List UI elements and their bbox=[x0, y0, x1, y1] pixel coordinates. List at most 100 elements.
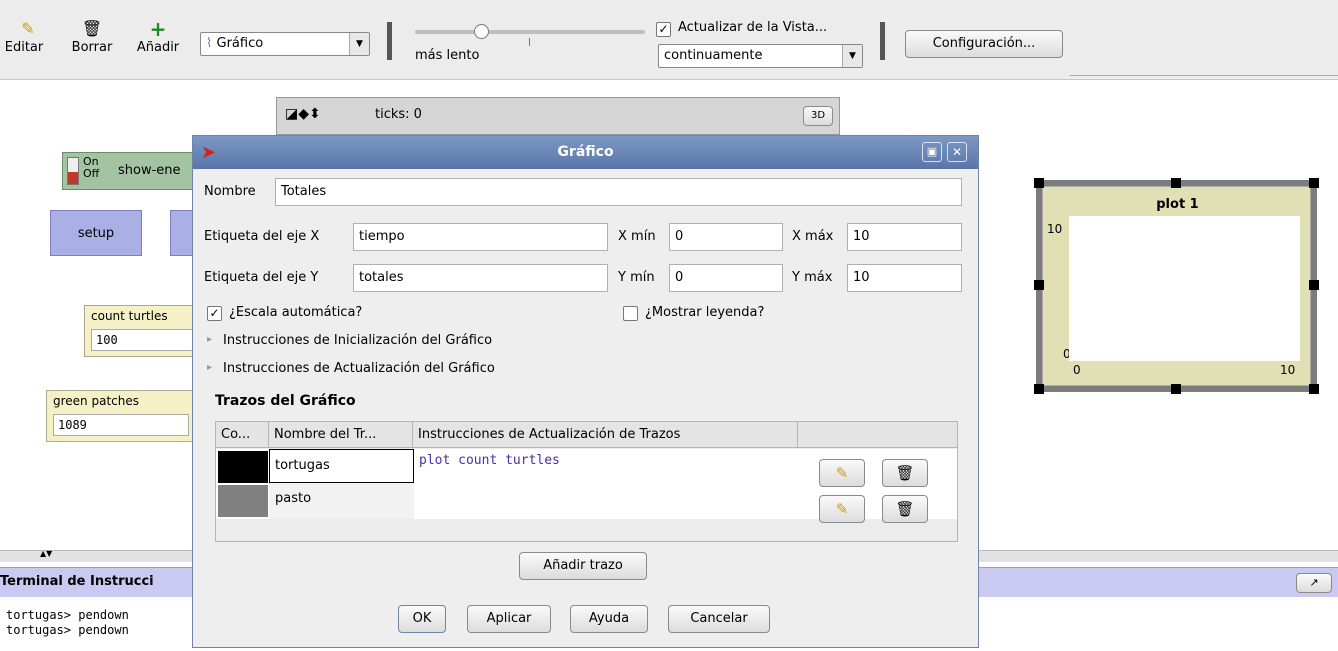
update-view-checkbox[interactable]: ✓ bbox=[656, 22, 671, 37]
plot-xmin: 0 bbox=[1073, 363, 1081, 377]
widget-type-value: Gráfico bbox=[216, 36, 264, 51]
separator bbox=[880, 22, 885, 60]
setup-code-toggle[interactable]: Instrucciones de Inicialización del Gráf… bbox=[223, 333, 492, 348]
update-code-toggle[interactable]: Instrucciones de Actualización del Gráfi… bbox=[223, 361, 495, 376]
green-patches-monitor: green patches 1089 bbox=[46, 390, 196, 442]
pencil-icon: ✎ bbox=[835, 500, 849, 518]
column-header-color[interactable]: Co... bbox=[216, 422, 269, 448]
command-output: tortugas> pendown tortugas> pendown bbox=[6, 608, 129, 638]
resize-handle[interactable] bbox=[1171, 178, 1181, 188]
show-legend-checkbox[interactable] bbox=[623, 306, 638, 321]
apply-button[interactable]: Aplicar bbox=[467, 605, 551, 633]
delete-label: Borrar bbox=[71, 40, 113, 55]
switch-toggle[interactable] bbox=[67, 157, 79, 185]
resize-handle[interactable] bbox=[1171, 384, 1181, 394]
update-mode-select[interactable]: continuamente ▼ bbox=[658, 44, 863, 68]
chevron-down-icon: ▼ bbox=[349, 33, 369, 55]
column-header-name[interactable]: Nombre del Tr... bbox=[269, 422, 413, 448]
plot-xmax: 10 bbox=[1280, 363, 1296, 377]
xaxis-field[interactable]: tiempo bbox=[353, 223, 608, 251]
pencil-icon: ✎ bbox=[835, 464, 849, 482]
xmin-field[interactable]: 0 bbox=[669, 223, 783, 251]
ticks-counter: ticks: 0 bbox=[375, 107, 422, 122]
speed-slider-thumb[interactable] bbox=[474, 24, 489, 39]
pen-color-swatch[interactable] bbox=[218, 451, 268, 483]
column-header-code[interactable]: Instrucciones de Actualización de Trazos bbox=[413, 422, 798, 448]
edit-pen-button[interactable]: ✎ bbox=[819, 459, 865, 487]
resize-handle[interactable] bbox=[1309, 178, 1319, 188]
ymin-field[interactable]: 0 bbox=[669, 264, 783, 292]
divider bbox=[1070, 75, 1338, 76]
plot-ymax: 10 bbox=[1047, 222, 1063, 236]
resize-handle[interactable] bbox=[1034, 178, 1044, 188]
yaxis-label: Etiqueta del eje Y bbox=[204, 270, 319, 285]
pencil-icon: ✎ bbox=[21, 19, 35, 38]
edit-button[interactable]: ✎ Editar bbox=[0, 18, 56, 55]
ymax-label: Y máx bbox=[792, 270, 833, 285]
xmax-field[interactable]: 10 bbox=[847, 223, 962, 251]
xmin-label: X mín bbox=[618, 229, 656, 244]
slider-tick bbox=[529, 38, 530, 46]
pen-color-swatch[interactable] bbox=[218, 485, 268, 517]
dialog-title: Gráfico bbox=[557, 144, 614, 160]
name-field[interactable]: Totales bbox=[275, 178, 962, 206]
plot-dialog: ➤ Gráfico ▣ ✕ Nombre Totales Etiqueta de… bbox=[192, 135, 979, 648]
netlogo-arrow-icon: ➤ bbox=[201, 142, 217, 163]
help-button[interactable]: Ayuda bbox=[570, 605, 648, 633]
resize-handle[interactable] bbox=[1034, 280, 1044, 290]
update-view-label: Actualizar de la Vista... bbox=[678, 20, 828, 35]
pens-table: Co... Nombre del Tr... Instrucciones de … bbox=[215, 421, 958, 542]
splitter-arrows-icon[interactable]: ▲▼ bbox=[40, 549, 52, 558]
plus-icon: + bbox=[149, 17, 167, 41]
toolbar: ✎ Editar 🗑 Borrar + Añadir ⌇ Gráfico ▼ m… bbox=[0, 0, 1338, 80]
expand-icon[interactable]: ↗ bbox=[1296, 573, 1332, 593]
resize-handle[interactable] bbox=[1034, 384, 1044, 394]
monitor-label: count turtles bbox=[91, 309, 168, 323]
maximize-icon[interactable]: ▣ bbox=[922, 142, 942, 162]
plot-widget[interactable]: plot 1 10 0 0 10 bbox=[1042, 186, 1311, 386]
ymin-label: Y mín bbox=[618, 270, 655, 285]
trash-icon: 🗑 bbox=[81, 19, 103, 38]
show-legend-label: ¿Mostrar leyenda? bbox=[645, 305, 765, 320]
name-label: Nombre bbox=[204, 184, 256, 199]
expand-arrow-icon[interactable]: ▸ bbox=[207, 334, 212, 345]
chart-icon: ⌇ bbox=[206, 36, 213, 51]
close-icon[interactable]: ✕ bbox=[947, 142, 967, 162]
monitor-value: 1089 bbox=[53, 414, 189, 436]
cancel-button[interactable]: Cancelar bbox=[668, 605, 770, 633]
expand-arrow-icon[interactable]: ▸ bbox=[207, 362, 212, 373]
edit-label: Editar bbox=[4, 40, 44, 55]
widget-type-select[interactable]: ⌇ Gráfico ▼ bbox=[200, 32, 370, 56]
monitor-label: green patches bbox=[53, 394, 139, 408]
count-turtles-monitor: count turtles 100 bbox=[84, 305, 204, 357]
pen-code-cell[interactable]: plot count turtles bbox=[419, 453, 560, 468]
ymax-field[interactable]: 10 bbox=[847, 264, 962, 292]
plot-title: plot 1 bbox=[1156, 197, 1199, 212]
resize-handle[interactable] bbox=[1309, 280, 1319, 290]
trash-icon: 🗑 bbox=[895, 464, 915, 482]
pen-name-cell[interactable]: pasto bbox=[269, 483, 414, 519]
edit-pen-button[interactable]: ✎ bbox=[819, 495, 865, 523]
speed-slider-track[interactable] bbox=[415, 30, 645, 34]
ok-button[interactable]: OK bbox=[398, 605, 446, 633]
add-pen-button[interactable]: Añadir trazo bbox=[519, 552, 647, 580]
autoscale-checkbox[interactable]: ✓ bbox=[207, 306, 222, 321]
dialog-title-bar: ➤ Gráfico ▣ ✕ bbox=[193, 136, 978, 169]
settings-button[interactable]: Configuración... bbox=[905, 30, 1063, 58]
pen-name-cell[interactable]: tortugas bbox=[269, 449, 414, 483]
yaxis-field[interactable]: totales bbox=[353, 264, 608, 292]
plot-widget-selection[interactable]: plot 1 10 0 0 10 bbox=[1034, 178, 1319, 394]
delete-pen-button[interactable]: 🗑 bbox=[882, 459, 928, 487]
view-controls-icon[interactable]: ◪◆⬍ bbox=[285, 106, 321, 122]
monitor-value: 100 bbox=[91, 329, 197, 351]
three-d-button[interactable]: 3D bbox=[803, 106, 833, 126]
show-energy-switch[interactable]: On Off show-ene bbox=[62, 152, 202, 190]
update-mode-value: continuamente bbox=[664, 48, 763, 63]
speed-label: más lento bbox=[415, 48, 480, 63]
setup-button[interactable]: setup bbox=[50, 210, 142, 256]
delete-pen-button[interactable]: 🗑 bbox=[882, 495, 928, 523]
resize-handle[interactable] bbox=[1309, 384, 1319, 394]
add-button[interactable]: + Añadir bbox=[128, 18, 188, 55]
pens-section-title: Trazos del Gráfico bbox=[215, 393, 356, 409]
delete-button[interactable]: 🗑 Borrar bbox=[66, 18, 118, 55]
